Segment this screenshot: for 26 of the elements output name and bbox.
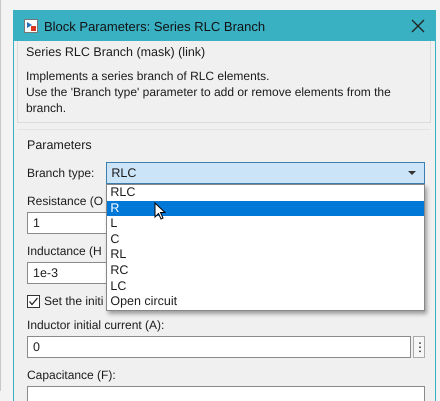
field-label: Capacitance (F): — [27, 368, 116, 382]
dropdown[interactable]: RLC — [106, 162, 425, 184]
dropdown-option[interactable]: RLC — [107, 185, 424, 201]
field-label: Inductance (H — [27, 244, 102, 258]
checkbox-label: Set the initi — [44, 294, 104, 308]
dropdown-option[interactable]: L — [107, 216, 424, 232]
group-title: Series RLC Branch (mask) (link) — [26, 45, 206, 59]
dropdown-option[interactable]: Open circuit — [107, 294, 424, 310]
field-label: Resistance (O — [27, 194, 104, 208]
caret-icon — [408, 171, 416, 175]
dropdown-option[interactable]: LC — [107, 278, 424, 294]
field-label: Branch type: — [27, 166, 94, 180]
checkbox[interactable] — [27, 294, 40, 308]
dropdown-option[interactable]: RC — [107, 262, 424, 279]
close-icon — [411, 19, 425, 33]
section-title: Parameters — [27, 138, 92, 152]
input-field[interactable]: 0 — [27, 336, 411, 358]
dropdown-option[interactable]: C — [107, 232, 424, 248]
window-title: Block Parameters: Series RLC Branch — [44, 18, 266, 34]
block-icon — [24, 19, 38, 33]
field-label: Inductor initial current (A): — [27, 318, 164, 332]
more-button[interactable]: ⋮ — [413, 336, 425, 358]
cursor-icon — [154, 202, 166, 220]
description-text: Use the 'Branch type' parameter to add or remove elements from the branch. — [26, 84, 392, 116]
description-text: Implements a series branch of RLC elements. — [26, 68, 270, 84]
dropdown-option[interactable]: RL — [107, 247, 424, 263]
